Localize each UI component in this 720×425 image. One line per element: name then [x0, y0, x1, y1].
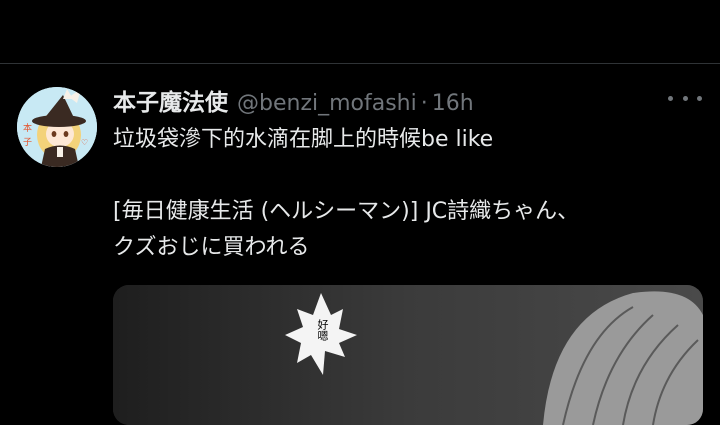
timestamp[interactable]: 16h: [432, 91, 474, 116]
separator-dot: ·: [420, 91, 428, 116]
tweet-text-line: クズおじに買われる: [113, 235, 310, 260]
tweet-header: 本子魔法使 @benzi_mofashi · 16h: [113, 83, 474, 117]
user-handle[interactable]: @benzi_mofashi: [237, 91, 417, 116]
manga-panel-image: [113, 285, 703, 425]
svg-text:♡: ♡: [81, 138, 88, 147]
display-name[interactable]: 本子魔法使: [113, 83, 228, 117]
more-dots-icon: [697, 95, 702, 101]
more-dots-icon: [668, 95, 673, 101]
tweet[interactable]: 本 子 ♡ 本子魔法使 @benzi_mofashi · 16h 垃圾袋滲下的水…: [0, 64, 720, 425]
tweet-text: 垃圾袋滲下的水滴在脚上的時候be like [毎日健康生活 (ヘルシーマン)] …: [113, 122, 693, 266]
more-options-button[interactable]: [668, 86, 702, 110]
speech-bubble-text: 好嗯: [316, 319, 329, 341]
witch-avatar-icon: 本 子 ♡: [17, 87, 97, 167]
tweet-media-image[interactable]: 好嗯: [113, 285, 703, 425]
svg-text:子: 子: [23, 137, 32, 148]
tweet-text-line: [毎日健康生活 (ヘルシーマン)] JC詩織ちゃん、: [113, 199, 580, 224]
more-dots-icon: [682, 95, 688, 101]
avatar[interactable]: 本 子 ♡: [17, 87, 97, 167]
svg-text:本: 本: [23, 122, 32, 134]
tweet-text-line: 垃圾袋滲下的水滴在脚上的時候be like: [113, 127, 494, 152]
